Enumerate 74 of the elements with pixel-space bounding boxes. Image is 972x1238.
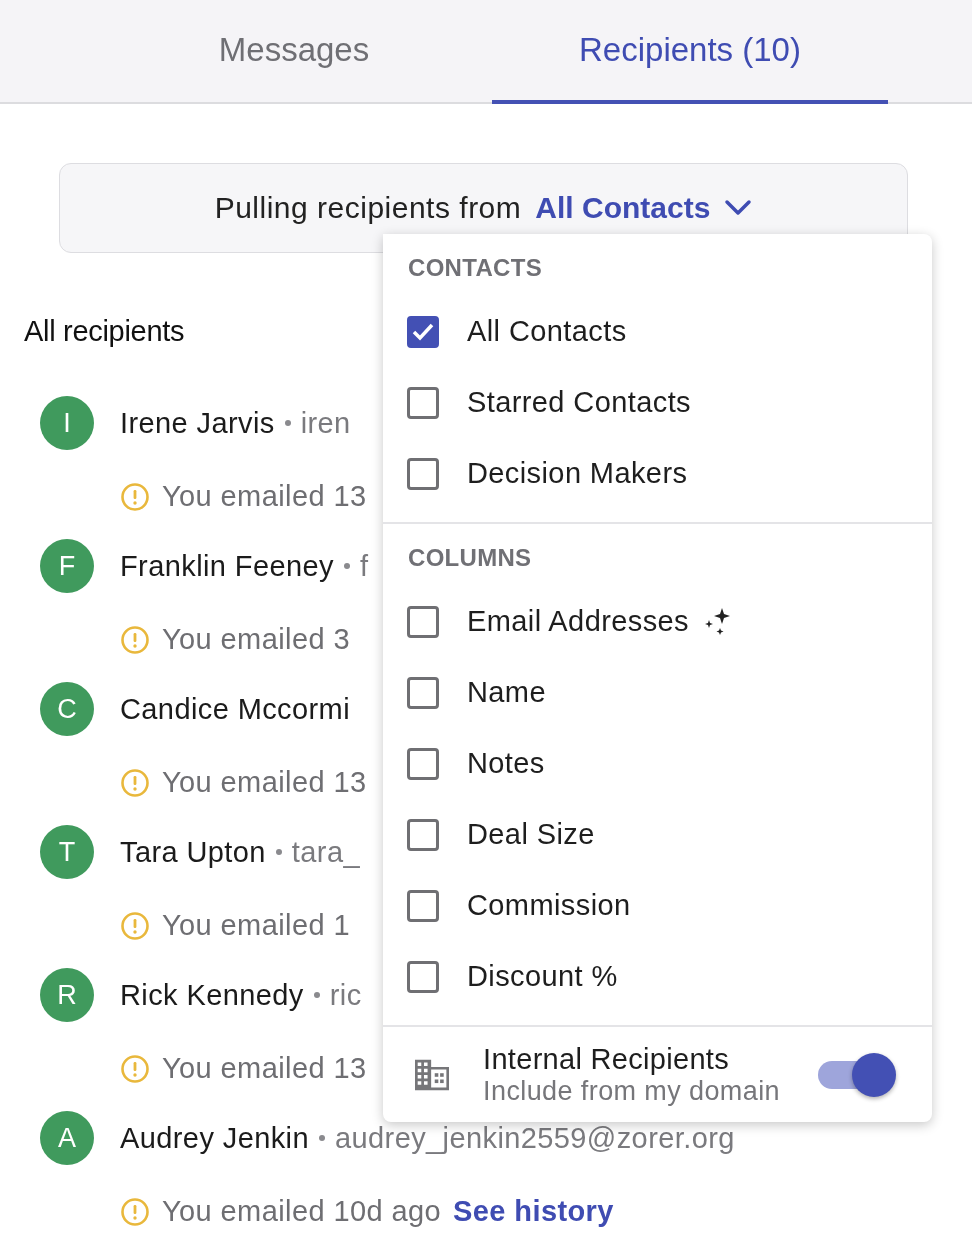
- history-link[interactable]: See history: [453, 1195, 614, 1228]
- menu-checkbox-item[interactable]: Decision Makers: [383, 438, 932, 509]
- building-icon: [415, 1058, 450, 1093]
- option-title: Internal Recipients: [483, 1043, 730, 1077]
- avatar: F: [40, 539, 94, 593]
- avatar: I: [40, 396, 94, 450]
- source-dropdown[interactable]: All Contacts: [535, 191, 753, 225]
- section-heading: COLUMNS: [407, 543, 533, 573]
- checkbox[interactable]: [407, 889, 439, 922]
- activity-text: You emailed 10d ago: [162, 1195, 442, 1228]
- checkbox[interactable]: [407, 960, 439, 993]
- menu-checkbox-item[interactable]: All Contacts: [383, 296, 932, 367]
- recipient-name: Audrey Jenkin: [120, 1121, 309, 1155]
- checkbox[interactable]: [407, 457, 439, 490]
- option-label: Discount %: [467, 960, 618, 993]
- activity-text: You emailed 13: [162, 766, 367, 799]
- menu-checkbox-item[interactable]: Notes: [383, 728, 932, 799]
- separator-dot: [284, 420, 291, 426]
- warning-icon: [120, 767, 150, 798]
- activity-text: You emailed 1: [162, 909, 350, 942]
- activity-text: You emailed 13: [162, 1052, 367, 1085]
- recipient-name: Irene Jarvis: [120, 406, 275, 440]
- recipient-email: f: [359, 549, 369, 583]
- avatar: C: [40, 682, 94, 736]
- recipient-name: Tara Upton: [120, 835, 266, 869]
- option-label: All Contacts: [467, 315, 627, 348]
- warning-icon: [120, 1196, 150, 1227]
- checkbox[interactable]: [407, 747, 439, 780]
- option-description: Include from my domain: [483, 1076, 780, 1108]
- menu-checkbox-item[interactable]: Discount %: [383, 941, 932, 1012]
- activity-text: You emailed 3: [162, 623, 350, 656]
- menu-checkbox-item[interactable]: Starred Contacts: [383, 367, 932, 438]
- section-heading: CONTACTS: [407, 253, 543, 283]
- option-label: Starred Contacts: [467, 386, 691, 419]
- recipient-email: tara_: [291, 835, 360, 869]
- warning-icon: [120, 481, 150, 512]
- tab[interactable]: Recipients (10): [492, 0, 888, 104]
- toggle-switch[interactable]: [818, 1053, 896, 1098]
- separator-dot: [319, 1135, 325, 1141]
- menu-checkbox-item[interactable]: Email Addresses: [383, 586, 932, 657]
- option-label: Decision Makers: [467, 457, 688, 490]
- separator-dot: [275, 849, 282, 855]
- menu-checkbox-item[interactable]: Name: [383, 657, 932, 728]
- avatar: A: [40, 1111, 94, 1165]
- recipient-email: iren: [300, 406, 351, 440]
- recipient-name: Candice Mccormi: [120, 692, 350, 726]
- option-label: Deal Size: [467, 818, 595, 851]
- option-label: Commission: [467, 889, 631, 922]
- chevron-down-icon: [724, 199, 753, 217]
- warning-icon: [120, 910, 150, 941]
- checkbox[interactable]: [407, 605, 439, 638]
- recipient-email: ric: [329, 978, 362, 1012]
- recipient-email: audrey_jenkin2559@zorer.org: [335, 1121, 735, 1155]
- separator-dot: [343, 563, 350, 569]
- section-title: All recipients: [24, 315, 185, 348]
- checkbox[interactable]: [407, 676, 439, 709]
- warning-icon: [120, 1053, 150, 1084]
- menu-checkbox-item[interactable]: Deal Size: [383, 799, 932, 870]
- checkbox[interactable]: [407, 315, 439, 348]
- option-label: Notes: [467, 747, 545, 780]
- activity-text: You emailed 13: [162, 480, 367, 513]
- checkbox[interactable]: [407, 818, 439, 851]
- source-label: Pulling recipients from: [214, 191, 522, 225]
- warning-icon: [120, 624, 150, 655]
- option-label: Email Addresses: [467, 605, 689, 638]
- separator-dot: [313, 992, 320, 998]
- option-label: Name: [467, 676, 546, 709]
- checkbox[interactable]: [407, 386, 439, 419]
- avatar: R: [40, 968, 94, 1022]
- menu-checkbox-item[interactable]: Commission: [383, 870, 932, 941]
- recipient-name: Rick Kennedy: [120, 978, 304, 1012]
- avatar: T: [40, 825, 94, 879]
- tab[interactable]: Messages: [96, 0, 492, 104]
- recipient-name: Franklin Feeney: [120, 549, 334, 583]
